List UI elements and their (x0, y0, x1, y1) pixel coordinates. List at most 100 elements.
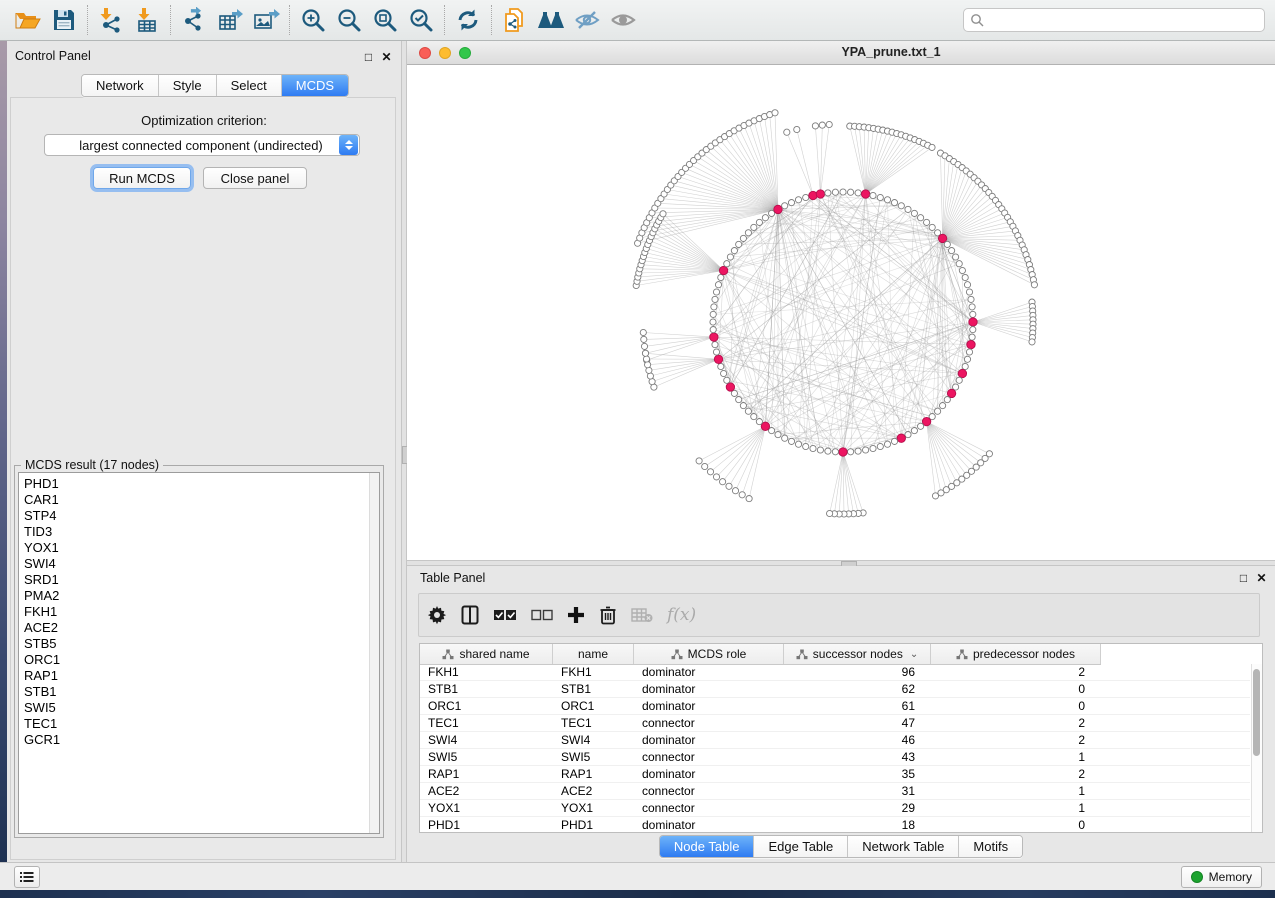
table-row[interactable]: PHD1PHD1dominator180 (420, 817, 1250, 833)
delete-column-button[interactable] (599, 600, 617, 630)
tab-mcds[interactable]: MCDS (282, 75, 348, 96)
tab-node-table[interactable]: Node Table (660, 836, 755, 857)
network-graph[interactable] (407, 65, 1275, 560)
mcds-result-item[interactable]: SRD1 (19, 572, 369, 588)
criterion-select[interactable]: largest connected component (undirected) (44, 134, 360, 156)
float-panel-icon[interactable]: □ (362, 50, 375, 63)
open-file-button[interactable] (10, 3, 46, 37)
mcds-result-item[interactable]: ACE2 (19, 620, 369, 636)
mcds-result-item[interactable]: PMA2 (19, 588, 369, 604)
tab-network[interactable]: Network (82, 75, 159, 96)
delete-table-button-disabled (631, 600, 653, 630)
mcds-result-item[interactable]: TID3 (19, 524, 369, 540)
first-neighbors-icon (536, 8, 566, 32)
mcds-result-item[interactable]: SWI4 (19, 556, 369, 572)
network-canvas[interactable] (407, 65, 1275, 560)
criterion-selected-value: largest connected component (undirected) (45, 138, 339, 153)
maximize-window-traffic-light[interactable] (459, 47, 471, 59)
memory-button[interactable]: Memory (1181, 866, 1262, 888)
mcds-result-item[interactable]: PHD1 (19, 476, 369, 492)
refresh-layout-button[interactable] (450, 3, 486, 37)
select-all-button[interactable] (493, 600, 517, 630)
table-cell: STB1 (420, 681, 553, 697)
close-table-panel-icon[interactable]: ✕ (1255, 571, 1268, 584)
import-network-button[interactable] (93, 3, 129, 37)
mcds-result-list[interactable]: PHD1CAR1STP4TID3YOX1SWI4SRD1PMA2FKH1ACE2… (18, 472, 380, 834)
zoom-selected-button[interactable] (403, 3, 439, 37)
save-session-button[interactable] (46, 3, 82, 37)
toolbar-separator (491, 5, 492, 35)
show-panels-button[interactable] (14, 866, 40, 888)
mcds-result-items: PHD1CAR1STP4TID3YOX1SWI4SRD1PMA2FKH1ACE2… (19, 476, 369, 748)
table-row[interactable]: YOX1YOX1connector291 (420, 800, 1250, 817)
close-window-traffic-light[interactable] (419, 47, 431, 59)
tab-network-table[interactable]: Network Table (848, 836, 959, 857)
table-cell: 47 (784, 715, 931, 731)
import-table-button[interactable] (129, 3, 165, 37)
search-box[interactable] (963, 8, 1265, 32)
hide-selected-button[interactable] (569, 3, 605, 37)
table-row[interactable]: ORC1ORC1dominator610 (420, 698, 1250, 715)
mcds-result-item[interactable]: SWI5 (19, 700, 369, 716)
open-folder-icon (14, 8, 42, 32)
table-row[interactable]: RAP1RAP1dominator352 (420, 766, 1250, 783)
mcds-result-item[interactable]: ORC1 (19, 652, 369, 668)
table-row[interactable]: STB1STB1dominator620 (420, 681, 1250, 698)
mcds-result-item[interactable]: RAP1 (19, 668, 369, 684)
node-table-body: FKH1FKH1dominator962STB1STB1dominator620… (420, 664, 1250, 833)
show-all-button[interactable] (605, 3, 641, 37)
mcds-result-item[interactable]: TEC1 (19, 716, 369, 732)
show-column-panel-button[interactable] (461, 600, 479, 630)
tab-motifs[interactable]: Motifs (959, 836, 1022, 857)
minimize-window-traffic-light[interactable] (439, 47, 451, 59)
memory-status-icon (1191, 871, 1203, 883)
network-window-titlebar[interactable]: YPA_prune.txt_1 (407, 41, 1275, 65)
fit-content-button[interactable] (367, 3, 403, 37)
close-panel-icon[interactable]: ✕ (380, 50, 393, 63)
column-header-mcds-role[interactable]: MCDS role (634, 644, 784, 664)
zoom-in-button[interactable] (295, 3, 331, 37)
toolbar-separator (87, 5, 88, 35)
table-settings-button[interactable] (427, 600, 447, 630)
table-cell: TEC1 (420, 715, 553, 731)
mcds-list-scrollbar[interactable] (369, 473, 379, 833)
column-header-shared-name[interactable]: shared name (420, 644, 553, 664)
deselect-all-button[interactable] (531, 600, 553, 630)
clone-network-button[interactable] (497, 3, 533, 37)
tab-style[interactable]: Style (159, 75, 217, 96)
table-scrollbar[interactable] (1251, 664, 1262, 832)
column-label: MCDS role (688, 647, 747, 661)
shared-column-icon (956, 649, 968, 660)
mcds-result-item[interactable]: GCR1 (19, 732, 369, 748)
export-table-button[interactable] (212, 3, 248, 37)
tab-edge-table[interactable]: Edge Table (754, 836, 848, 857)
mcds-result-item[interactable]: STB1 (19, 684, 369, 700)
export-image-button[interactable] (248, 3, 284, 37)
table-row[interactable]: SWI5SWI5connector431 (420, 749, 1250, 766)
first-neighbors-button[interactable] (533, 3, 569, 37)
table-row[interactable]: TEC1TEC1connector472 (420, 715, 1250, 732)
search-input[interactable] (989, 12, 1258, 28)
column-header-successor-nodes[interactable]: successor nodes ⌄ (784, 644, 931, 664)
float-table-panel-icon[interactable]: □ (1237, 571, 1250, 584)
mcds-result-item[interactable]: FKH1 (19, 604, 369, 620)
zoom-out-button[interactable] (331, 3, 367, 37)
column-header-predecessor-nodes[interactable]: predecessor nodes (931, 644, 1101, 664)
mcds-result-item[interactable]: YOX1 (19, 540, 369, 556)
network-nodes[interactable] (633, 110, 1037, 517)
tab-select[interactable]: Select (217, 75, 282, 96)
mcds-result-item[interactable]: STB5 (19, 636, 369, 652)
export-network-button[interactable] (176, 3, 212, 37)
column-header-name[interactable]: name (553, 644, 634, 664)
close-panel-button[interactable]: Close panel (203, 167, 307, 189)
table-cell: SWI5 (553, 749, 634, 765)
mcds-result-item[interactable]: CAR1 (19, 492, 369, 508)
run-mcds-button[interactable]: Run MCDS (93, 167, 191, 189)
table-row[interactable]: ACE2ACE2connector311 (420, 783, 1250, 800)
table-row[interactable]: SWI4SWI4dominator462 (420, 732, 1250, 749)
table-scrollbar-thumb[interactable] (1253, 669, 1260, 756)
create-column-button[interactable] (567, 600, 585, 630)
table-row[interactable]: FKH1FKH1dominator962 (420, 664, 1250, 681)
mcds-result-item[interactable]: STP4 (19, 508, 369, 524)
clone-network-icon (502, 7, 528, 33)
